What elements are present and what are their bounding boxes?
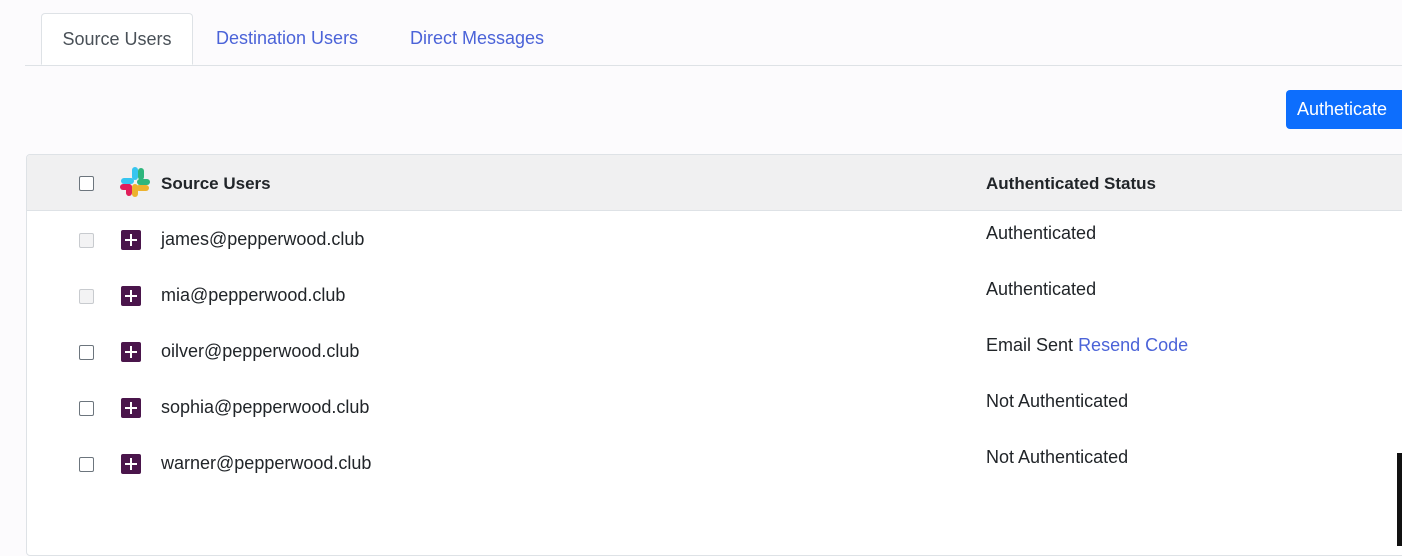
- table-row: mia@pepperwood.club Authenticated: [27, 267, 1402, 324]
- column-header-source-users: Source Users: [161, 174, 271, 193]
- status-text: Not Authenticated: [986, 391, 1129, 411]
- row-checkbox[interactable]: [79, 233, 94, 248]
- slack-icon: [121, 398, 141, 418]
- table-row: oilver@pepperwood.club Email Sent Resend…: [27, 323, 1402, 380]
- row-checkbox[interactable]: [79, 457, 94, 472]
- slack-logo-icon: [120, 167, 150, 197]
- users-table: Source Users Authenticated Status james@…: [26, 154, 1402, 556]
- slack-icon: [121, 230, 141, 250]
- resend-code-link[interactable]: Resend Code: [1078, 335, 1188, 355]
- row-checkbox[interactable]: [79, 345, 94, 360]
- slack-icon: [121, 286, 141, 306]
- user-email: mia@pepperwood.club: [161, 285, 346, 305]
- status-text: Authenticated: [986, 279, 1097, 299]
- user-email: warner@pepperwood.club: [161, 453, 372, 473]
- slack-icon: [121, 342, 141, 362]
- tab-bar: Source Users Destination Users Direct Me…: [25, 0, 1402, 66]
- row-checkbox[interactable]: [79, 401, 94, 416]
- table-row: james@pepperwood.club Authenticated: [27, 211, 1402, 268]
- user-email: oilver@pepperwood.club: [161, 341, 360, 361]
- table-header: Source Users Authenticated Status: [27, 155, 1402, 211]
- table-row: sophia@pepperwood.club Not Authenticated: [27, 379, 1402, 436]
- column-header-status: Authenticated Status: [986, 174, 1157, 193]
- row-checkbox[interactable]: [79, 289, 94, 304]
- authenticate-button[interactable]: Autheticate: [1286, 90, 1402, 129]
- tab-direct-messages[interactable]: Direct Messages: [410, 13, 544, 65]
- tab-destination-users[interactable]: Destination Users: [216, 13, 358, 65]
- table-row: warner@pepperwood.club Not Authenticated: [27, 435, 1402, 491]
- tab-source-users[interactable]: Source Users: [41, 13, 193, 65]
- status-cell: Email Sent Resend Code: [986, 335, 1188, 356]
- status-text: Not Authenticated: [986, 447, 1129, 467]
- status-text: Email Sent: [986, 335, 1074, 355]
- status-text: Authenticated: [986, 223, 1097, 243]
- slack-icon: [121, 454, 141, 474]
- user-email: james@pepperwood.club: [161, 229, 365, 249]
- user-email: sophia@pepperwood.club: [161, 397, 370, 417]
- select-all-checkbox[interactable]: [79, 176, 94, 191]
- scrollbar-edge: [1397, 453, 1402, 546]
